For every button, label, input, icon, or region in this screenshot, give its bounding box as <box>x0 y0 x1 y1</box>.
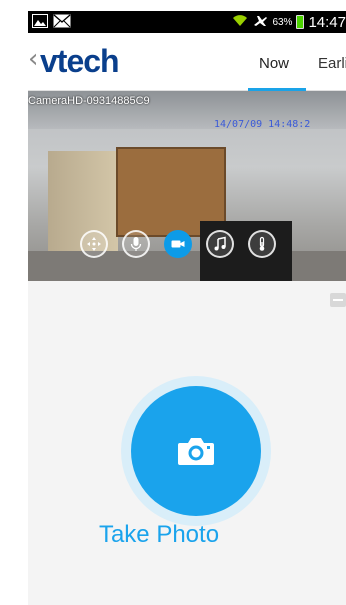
move-arrows-icon <box>87 237 101 251</box>
microphone-button[interactable] <box>122 230 150 258</box>
music-note-icon <box>214 236 226 251</box>
camera-timestamp: 14/07/09 14:48:2 <box>214 119 311 130</box>
status-time: 14:47 <box>308 13 346 31</box>
camera-controls <box>80 230 276 258</box>
minimize-button[interactable] <box>330 293 346 307</box>
wifi-icon <box>232 13 248 32</box>
vtech-logo: vtech <box>40 43 120 79</box>
airplane-mode-icon <box>252 13 268 32</box>
move-arrows-button[interactable] <box>80 230 108 258</box>
gallery-notification-icon <box>32 14 48 33</box>
take-photo-button[interactable] <box>131 386 261 516</box>
video-camera-icon <box>171 240 185 248</box>
tab-earlier[interactable]: Earlie <box>318 55 346 72</box>
video-camera-button[interactable] <box>164 230 192 258</box>
camera-icon <box>178 438 214 465</box>
microphone-icon <box>130 237 142 251</box>
battery-icon <box>296 15 305 29</box>
tab-now[interactable]: Now <box>259 55 289 72</box>
thermometer-button[interactable] <box>248 230 276 258</box>
battery-percentage: 63% <box>272 16 293 28</box>
back-chevron-icon[interactable]: ‹ <box>28 46 38 72</box>
take-photo-label[interactable]: Take Photo <box>0 521 346 549</box>
app-header: ‹ vtech Now Earlie <box>28 33 346 91</box>
thermometer-icon <box>259 236 265 251</box>
status-bar: 63% 14:47 <box>28 11 346 33</box>
music-note-button[interactable] <box>206 230 234 258</box>
photo-panel <box>28 281 346 605</box>
phone-screen: 63% 14:47 ‹ vtech Now Earlie CameraHD-09… <box>28 11 346 605</box>
camera-name: CameraHD-09314885C9 <box>28 95 150 107</box>
email-notification-icon <box>53 14 71 33</box>
